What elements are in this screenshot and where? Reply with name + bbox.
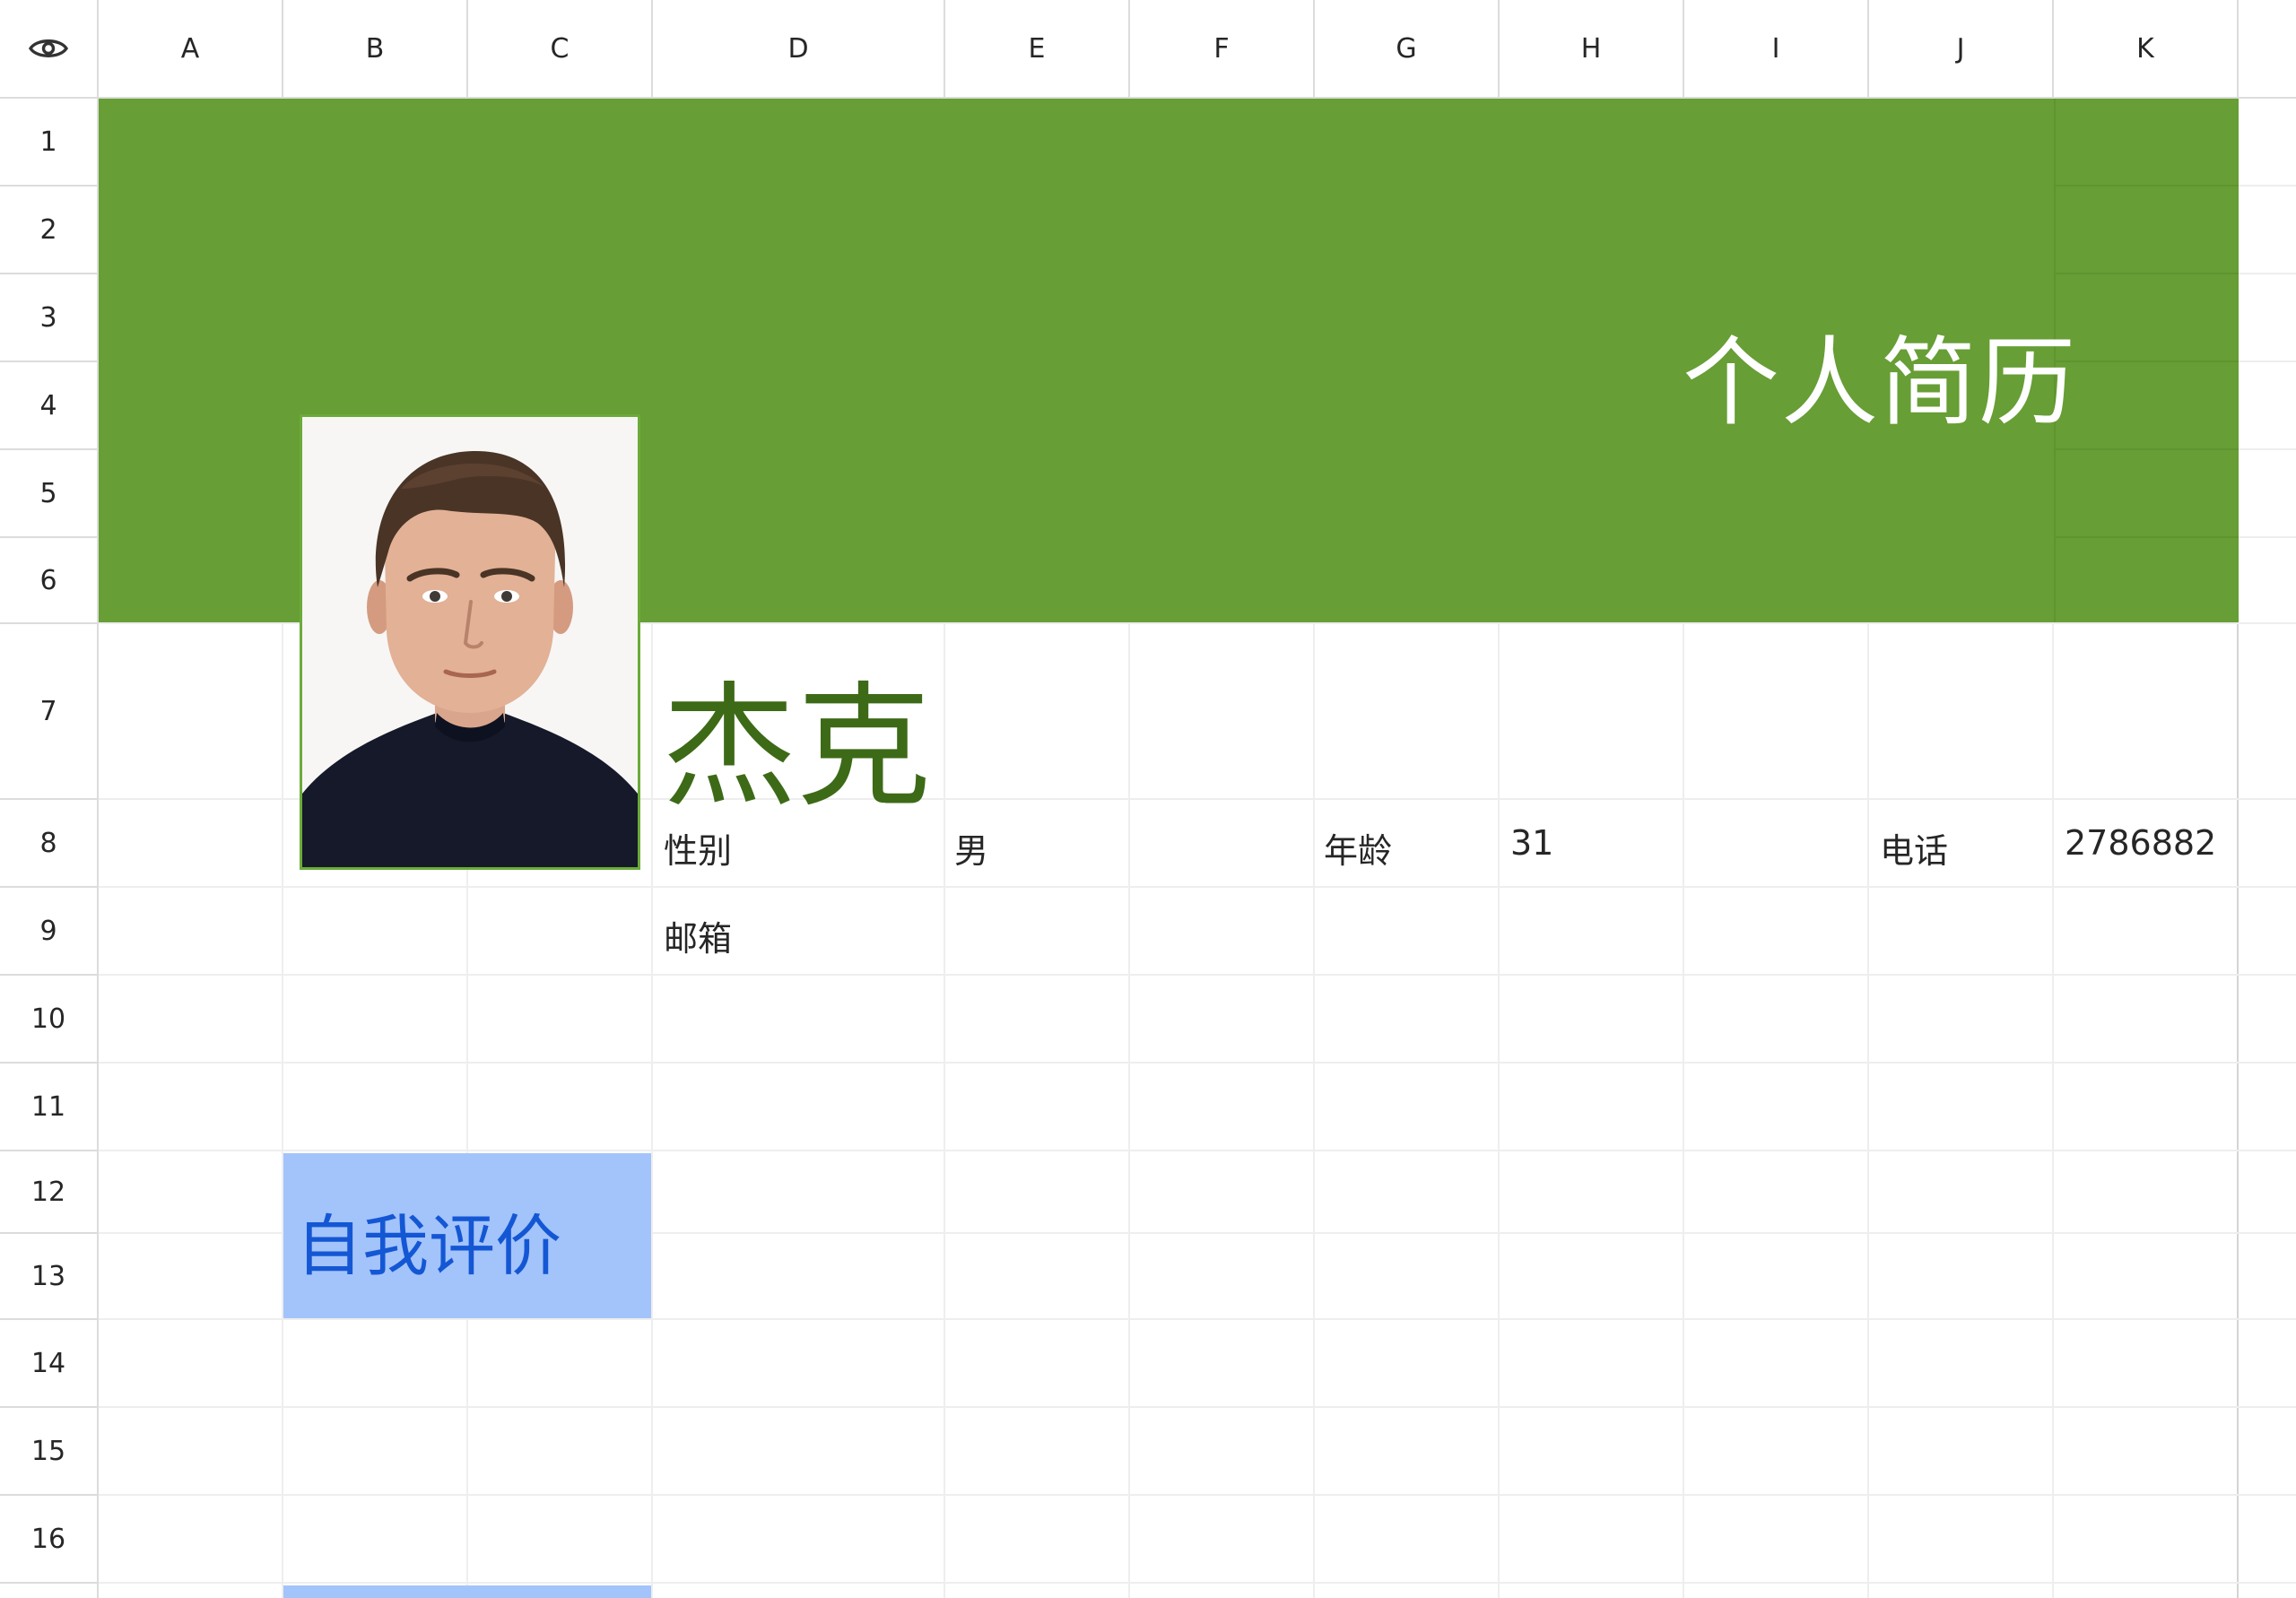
row-header-1[interactable]: 1 — [0, 99, 99, 187]
gender-label[interactable]: 性别 — [664, 823, 732, 873]
row-header-3[interactable]: 3 — [0, 274, 99, 362]
gridline — [99, 1150, 2296, 1151]
row-header-7[interactable]: 7 — [0, 624, 99, 800]
portrait-image — [302, 417, 638, 867]
gridline — [99, 1318, 2296, 1320]
column-header-l[interactable] — [2239, 0, 2296, 99]
row-header-6[interactable]: 6 — [0, 538, 99, 624]
banner-gridline — [2056, 448, 2239, 450]
row-header-11[interactable]: 11 — [0, 1064, 99, 1151]
column-header-e[interactable]: E — [945, 0, 1130, 99]
gridline — [99, 1494, 2296, 1496]
banner-gridline — [2056, 185, 2239, 187]
column-header-f[interactable]: F — [1130, 0, 1315, 99]
self-evaluation-label: 自我评价 — [296, 1208, 561, 1285]
phone-label[interactable]: 电话 — [1880, 823, 1948, 873]
gender-value[interactable]: 男 — [954, 823, 988, 873]
age-value[interactable]: 31 — [1510, 823, 1553, 863]
column-header-b[interactable]: B — [283, 0, 468, 99]
column-header-c[interactable]: C — [468, 0, 653, 99]
column-header-d[interactable]: D — [653, 0, 945, 99]
row-header-2[interactable]: 2 — [0, 187, 99, 274]
phone-value[interactable]: 2786882 — [2065, 823, 2216, 863]
gridline — [99, 886, 2296, 888]
banner-gridline — [2056, 273, 2239, 274]
row-header-14[interactable]: 14 — [0, 1320, 99, 1408]
eye-icon — [28, 39, 69, 57]
resume-title[interactable]: 个人简历 — [1683, 305, 2077, 445]
banner-gridline — [2056, 536, 2239, 538]
column-header-k[interactable]: K — [2054, 0, 2239, 99]
row-header-10[interactable]: 10 — [0, 976, 99, 1064]
row-header-9[interactable]: 9 — [0, 888, 99, 976]
row-header-16[interactable]: 16 — [0, 1496, 99, 1584]
age-label[interactable]: 年龄 — [1324, 823, 1392, 873]
gridline — [99, 1062, 2296, 1064]
row-header-15[interactable]: 15 — [0, 1408, 99, 1496]
email-label[interactable]: 邮箱 — [664, 911, 732, 960]
gridline — [99, 974, 2296, 976]
row-header-12[interactable]: 12 — [0, 1151, 99, 1234]
row-header-5[interactable]: 5 — [0, 450, 99, 538]
banner-gridline — [2056, 360, 2239, 362]
gridline — [99, 1406, 2296, 1408]
column-header-a[interactable]: A — [99, 0, 283, 99]
column-header-g[interactable]: G — [1315, 0, 1500, 99]
column-header-j[interactable]: J — [1869, 0, 2054, 99]
gridline — [99, 1582, 2296, 1584]
row-header-13[interactable]: 13 — [0, 1234, 99, 1320]
next-section-cell[interactable] — [283, 1585, 651, 1598]
row-header-17[interactable] — [0, 1584, 99, 1598]
column-header-h[interactable]: H — [1500, 0, 1684, 99]
row-header-8[interactable]: 8 — [0, 800, 99, 888]
column-header-i[interactable]: I — [1684, 0, 1869, 99]
row-header-4[interactable]: 4 — [0, 362, 99, 450]
name-cell[interactable]: 杰克 — [662, 638, 931, 833]
visibility-toggle[interactable] — [0, 0, 99, 99]
profile-photo[interactable] — [300, 414, 640, 870]
